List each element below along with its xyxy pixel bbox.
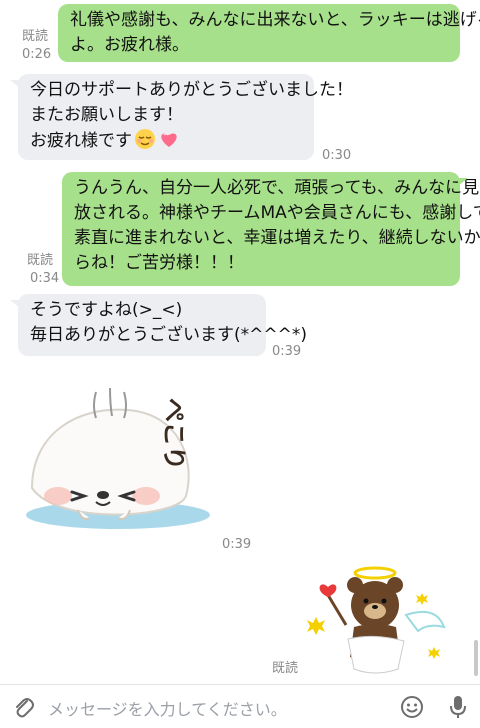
message-line: そうですよね(>_<)	[30, 300, 183, 320]
message-bubble-outgoing[interactable]: うんうん、自分一人必死で、頑張っても、みんなに見 放される。神様やチームMAや会…	[62, 172, 480, 286]
heart-icon	[161, 133, 177, 147]
message-line: 素直に進まれないと、幸運は増えたり、継続しないか	[74, 228, 480, 248]
message-input[interactable]: メッセージを入力してください。	[48, 696, 287, 720]
message-line: うんうん、自分一人必死で、頑張っても、みんなに見	[74, 178, 480, 198]
message-line: らね！ご苦労様！！！	[74, 253, 244, 273]
message-line: よ。お疲れ様。	[70, 35, 189, 55]
message-time: 0:39	[272, 344, 302, 359]
message-time: 0:26	[22, 47, 52, 62]
message-bubble-incoming[interactable]: 今日のサポートありがとうございました！ またお願いします！ お疲れ様です	[18, 74, 353, 160]
message-bubble-incoming[interactable]: そうですよね(>_<) 毎日ありがとうございます(*^^^*)	[18, 294, 307, 356]
microphone-icon[interactable]	[448, 694, 468, 720]
relieved-face-icon	[135, 129, 155, 149]
chat-area[interactable]: 既読 0:26 礼儀や感謝も、みんなに出来ないと、ラッキーは逃げる よ。お疲れ様…	[0, 0, 480, 684]
message-line: 放される。神様やチームMAや会員さんにも、感謝して	[74, 203, 480, 223]
message-time: 0:30	[322, 148, 352, 163]
message-line: 毎日ありがとうございます(*^^^*)	[30, 325, 307, 345]
sticker-text: ぺこり	[160, 398, 188, 470]
message-bubble-outgoing[interactable]: 礼儀や感謝も、みんなに出来ないと、ラッキーは逃げる よ。お疲れ様。	[58, 4, 480, 62]
seal-bowing-sticker[interactable]: ぺこり	[18, 378, 218, 538]
read-status: 既読	[272, 661, 299, 676]
read-status: 既読	[22, 29, 49, 44]
message-line: お疲れ様です	[30, 128, 302, 154]
message-line: またお願いします！	[30, 105, 183, 125]
scrollbar[interactable]	[474, 640, 478, 676]
cupid-bear-sticker[interactable]	[300, 565, 450, 684]
message-input-bar: メッセージを入力してください。	[0, 684, 480, 728]
read-status: 既読	[27, 253, 54, 268]
message-line: 礼儀や感謝も、みんなに出来ないと、ラッキーは逃げる	[70, 10, 480, 30]
message-time: 0:34	[30, 271, 60, 286]
message-line: 今日のサポートありがとうございました！	[30, 80, 353, 100]
smiley-icon[interactable]	[400, 695, 424, 719]
paperclip-icon[interactable]	[12, 695, 34, 719]
message-time: 0:39	[222, 537, 252, 552]
